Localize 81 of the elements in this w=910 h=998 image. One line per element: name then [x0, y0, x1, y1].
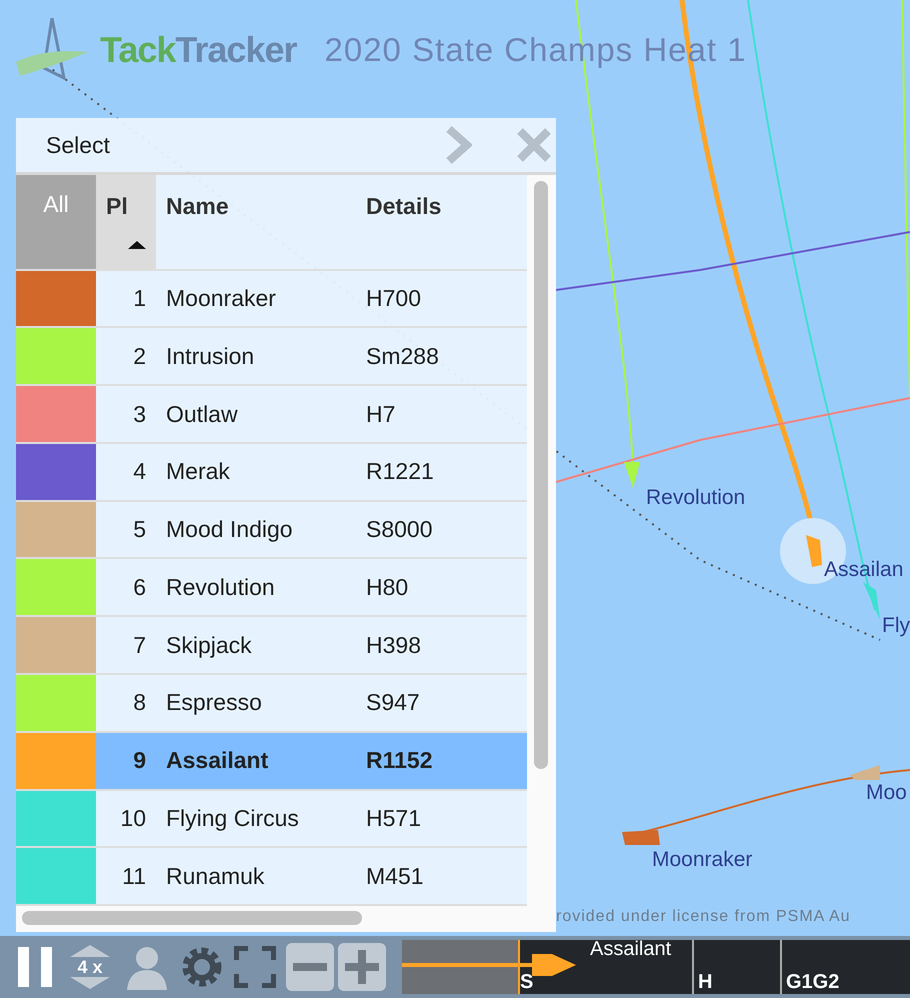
details-cell-text: S8000 [365, 515, 434, 544]
boat-row[interactable]: 2 Intrusion Sm288 [16, 328, 527, 386]
settings-icon[interactable] [180, 945, 224, 989]
color-swatch[interactable] [16, 732, 96, 788]
vertical-scrollbar[interactable] [534, 181, 548, 769]
horizontal-scrollbar[interactable] [22, 911, 362, 925]
details-cell-text: H398 [365, 630, 422, 660]
details-column-header[interactable]: Details [356, 175, 527, 269]
place-column-header[interactable]: Pl [96, 175, 156, 269]
panel-title: Select [46, 132, 111, 158]
sailboat-logo-icon [14, 18, 90, 82]
place-cell-text: 2 [132, 342, 147, 371]
color-swatch[interactable] [16, 328, 96, 384]
name-cell-text: Mood Indigo [165, 515, 294, 544]
color-swatch[interactable] [16, 674, 96, 731]
color-swatch[interactable] [16, 502, 96, 558]
name-cell-text: Revolution [165, 572, 276, 602]
details-cell-text: M451 [365, 862, 425, 891]
boat-row[interactable]: 9 Assailant R1152 [16, 732, 527, 790]
color-swatch[interactable] [16, 270, 96, 326]
color-swatch[interactable] [16, 790, 96, 846]
boat-label: Revolution [646, 486, 746, 510]
name-cell-text: Runamuk [165, 862, 266, 891]
place-cell-text: 4 [132, 457, 147, 486]
place-cell-text: 7 [132, 630, 147, 660]
boat-row[interactable]: 5 Mood Indigo S8000 [16, 502, 527, 560]
name-cell-text: Assailant [165, 746, 270, 776]
person-icon[interactable] [124, 944, 170, 990]
details-cell-text: Sm288 [365, 342, 440, 371]
boat-row[interactable]: 10 Flying Circus H571 [16, 790, 527, 848]
place-cell-text: 1 [132, 284, 147, 313]
name-column-header[interactable]: Name [156, 175, 356, 269]
color-swatch[interactable] [16, 848, 96, 904]
place-cell-text: 8 [132, 688, 147, 718]
name-cell-text: Merak [165, 457, 231, 486]
details-cell-text: R1152 [365, 746, 434, 776]
boat-label: Fly [882, 614, 910, 638]
place-cell-text: 10 [119, 804, 147, 833]
map-attribution: rovided under license from PSMA Au [556, 908, 851, 926]
place-cell-text: 6 [132, 572, 147, 602]
close-icon[interactable] [516, 127, 552, 163]
timeline[interactable]: Assailant S H G1G2 [402, 940, 910, 994]
boat-row[interactable]: 3 Outlaw H7 [16, 386, 527, 444]
details-cell-text: H571 [365, 804, 422, 833]
place-cell-text: 9 [132, 746, 147, 776]
name-cell-text: Skipjack [165, 630, 253, 660]
place-cell-text: 11 [121, 862, 147, 891]
boat-row[interactable]: 4 Merak R1221 [16, 444, 527, 502]
details-cell-text: H7 [365, 400, 396, 429]
boat-label: Moo [866, 781, 907, 805]
details-cell-text: R1221 [365, 457, 435, 486]
timeline-mark: G1G2 [786, 971, 840, 994]
name-cell-text: Intrusion [165, 342, 256, 371]
minus-icon [293, 963, 327, 971]
details-cell-text: S947 [365, 688, 421, 718]
boat-row[interactable]: 7 Skipjack H398 [16, 617, 527, 675]
boat-row[interactable]: 6 Revolution H80 [16, 559, 527, 618]
name-cell-text: Espresso [165, 688, 263, 718]
sort-ascending-icon [128, 241, 146, 249]
plus-icon [345, 950, 379, 984]
chevron-right-icon[interactable] [446, 126, 472, 164]
color-swatch[interactable] [16, 617, 96, 673]
details-cell-text: H80 [365, 572, 410, 602]
place-cell-text: 5 [132, 515, 147, 544]
logo-wordmark: TackTracker [100, 29, 296, 71]
fullscreen-icon[interactable] [234, 946, 276, 988]
name-cell-text: Outlaw [165, 400, 239, 429]
zoom-out-button[interactable] [286, 943, 334, 991]
boat-label: Moonraker [652, 848, 752, 872]
name-cell-text: Moonraker [165, 284, 277, 313]
color-swatch[interactable] [16, 444, 96, 500]
place-cell-text: 3 [132, 400, 147, 429]
color-swatch[interactable] [16, 386, 96, 442]
timeline-mark: H [698, 971, 712, 994]
color-swatch[interactable] [16, 559, 96, 616]
timeline-mark: S [520, 971, 534, 994]
name-cell-text: Flying Circus [165, 804, 300, 833]
details-cell-text: H700 [365, 284, 422, 313]
timeline-boat-label: Assailant [590, 938, 672, 961]
zoom-in-button[interactable] [338, 943, 386, 991]
boat-row[interactable]: 1 Moonraker H700 [16, 270, 527, 328]
